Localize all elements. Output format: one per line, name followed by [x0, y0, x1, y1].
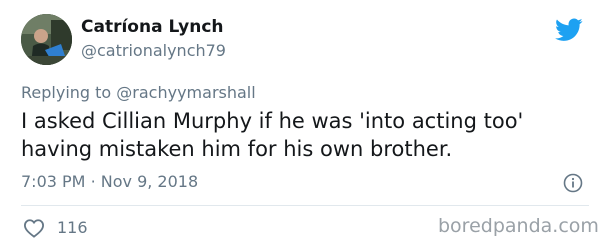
tweet-timestamp[interactable]: 7:03 PM · Nov 9, 2018	[21, 172, 198, 191]
reply-handle-link[interactable]: @rachyymarshall	[116, 83, 255, 102]
divider	[21, 205, 589, 206]
author-name[interactable]: Catríona Lynch	[81, 17, 224, 37]
avatar-image	[21, 14, 72, 65]
tweet-text-line: I asked Cillian Murphy if he was 'into a…	[21, 109, 524, 133]
tweet-time: 7:03 PM	[21, 172, 86, 191]
tweet-text: I asked Cillian Murphy if he was 'into a…	[21, 107, 591, 163]
meta-separator: ·	[90, 172, 96, 191]
avatar[interactable]	[21, 14, 72, 65]
tweet-date: Nov 9, 2018	[100, 172, 199, 191]
watermark: boredpanda.com	[438, 215, 599, 237]
tweet-text-line: having mistaken him for his own brother.	[21, 137, 453, 161]
reply-prefix: Replying to	[21, 83, 112, 102]
reply-context: Replying to @rachyymarshall	[21, 83, 256, 102]
tweet-card: Catríona Lynch @catrionalynch79 Replying…	[0, 0, 605, 249]
author-handle[interactable]: @catrionalynch79	[81, 41, 226, 60]
heart-icon[interactable]	[23, 218, 45, 238]
like-count[interactable]: 116	[57, 218, 88, 237]
info-icon[interactable]	[563, 173, 583, 193]
twitter-bird-icon[interactable]	[555, 18, 583, 42]
